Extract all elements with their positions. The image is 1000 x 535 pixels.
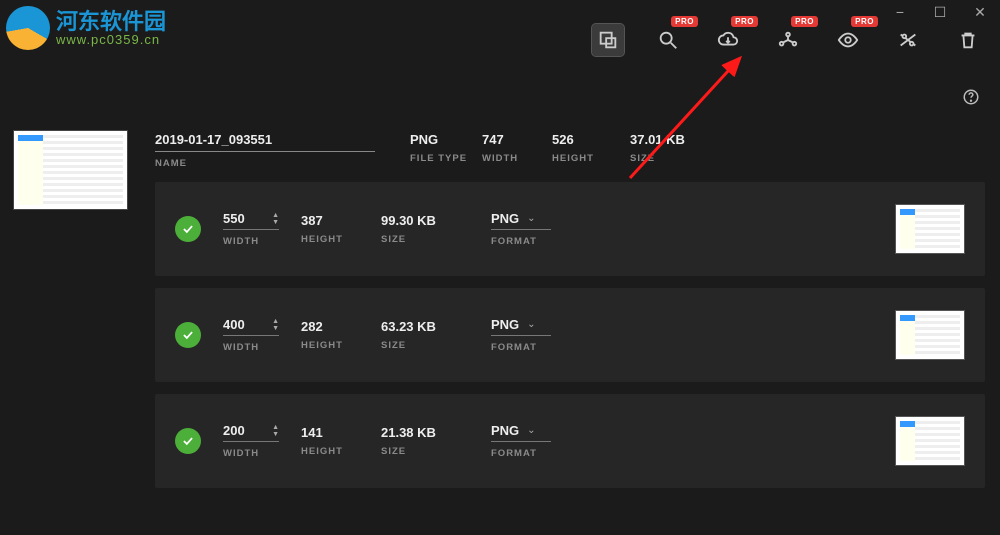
help-button[interactable] (962, 88, 980, 111)
chevron-up-icon[interactable]: ▲ (272, 318, 279, 325)
size-label: SIZE (381, 446, 491, 457)
file-type-value: PNG (410, 132, 472, 147)
toolbar: PRO PRO PRO PRO (10, 15, 990, 65)
source-thumbnail[interactable] (13, 130, 128, 210)
height-label: HEIGHT (301, 340, 381, 351)
delete-tool[interactable] (952, 24, 984, 56)
chevron-down-icon: ⌄ (527, 319, 535, 330)
size-value: 63.23 KB (381, 319, 491, 334)
chevron-down-icon[interactable]: ▼ (272, 431, 279, 438)
format-select[interactable]: PNG⌄ (491, 211, 551, 230)
height-label: HEIGHT (301, 446, 381, 457)
chevron-down-icon[interactable]: ▼ (272, 325, 279, 332)
size-label: SIZE (381, 234, 491, 245)
file-header: 2019-01-17_093551 NAME PNG FILE TYPE 747… (155, 132, 985, 172)
format-label: FORMAT (491, 448, 581, 459)
check-icon[interactable] (175, 428, 201, 454)
height-value: 282 (301, 319, 381, 334)
file-name-label: NAME (155, 158, 400, 169)
file-height-value: 526 (552, 132, 620, 147)
size-label: SIZE (381, 340, 491, 351)
size-value: 21.38 KB (381, 425, 491, 440)
size-value: 99.30 KB (381, 213, 491, 228)
pro-badge: PRO (671, 16, 698, 27)
file-size-label: SIZE (630, 153, 720, 164)
search-tool[interactable]: PRO (652, 24, 684, 56)
height-value: 387 (301, 213, 381, 228)
pro-badge: PRO (731, 16, 758, 27)
pro-badge: PRO (791, 16, 818, 27)
output-row: 400▲▼ WIDTH 282 HEIGHT 63.23 KB SIZE PNG⌄ F… (155, 288, 985, 382)
output-thumbnail[interactable] (895, 310, 965, 360)
cloud-tool[interactable]: PRO (712, 24, 744, 56)
settings-tool[interactable] (892, 24, 924, 56)
output-rows: 550▲▼ WIDTH 387 HEIGHT 99.30 KB SIZE PNG⌄ F… (155, 182, 985, 488)
file-name-input[interactable]: 2019-01-17_093551 (155, 132, 375, 152)
file-width-label: WIDTH (482, 153, 542, 164)
format-label: FORMAT (491, 236, 581, 247)
file-height-label: HEIGHT (552, 153, 620, 164)
file-type-label: FILE TYPE (410, 153, 472, 164)
pro-badge: PRO (851, 16, 878, 27)
chevron-up-icon[interactable]: ▲ (272, 424, 279, 431)
output-row: 550▲▼ WIDTH 387 HEIGHT 99.30 KB SIZE PNG⌄ F… (155, 182, 985, 276)
width-label: WIDTH (223, 448, 301, 459)
check-icon[interactable] (175, 322, 201, 348)
output-row: 200▲▼ WIDTH 141 HEIGHT 21.38 KB SIZE PNG⌄ F… (155, 394, 985, 488)
format-label: FORMAT (491, 342, 581, 353)
width-stepper[interactable]: 200▲▼ (223, 423, 279, 442)
chevron-down-icon: ⌄ (527, 425, 535, 436)
width-stepper[interactable]: 400▲▼ (223, 317, 279, 336)
check-icon[interactable] (175, 216, 201, 242)
file-width-value: 747 (482, 132, 542, 147)
file-size-value: 37.01 KB (630, 132, 720, 147)
chevron-up-icon[interactable]: ▲ (272, 212, 279, 219)
output-thumbnail[interactable] (895, 416, 965, 466)
preview-tool[interactable]: PRO (832, 24, 864, 56)
width-label: WIDTH (223, 236, 301, 247)
format-select[interactable]: PNG⌄ (491, 423, 551, 442)
resize-tool[interactable] (592, 24, 624, 56)
share-tool[interactable]: PRO (772, 24, 804, 56)
height-label: HEIGHT (301, 234, 381, 245)
chevron-down-icon[interactable]: ▼ (272, 219, 279, 226)
chevron-down-icon: ⌄ (527, 213, 535, 224)
height-value: 141 (301, 425, 381, 440)
output-thumbnail[interactable] (895, 204, 965, 254)
width-label: WIDTH (223, 342, 301, 353)
format-select[interactable]: PNG⌄ (491, 317, 551, 336)
width-stepper[interactable]: 550▲▼ (223, 211, 279, 230)
